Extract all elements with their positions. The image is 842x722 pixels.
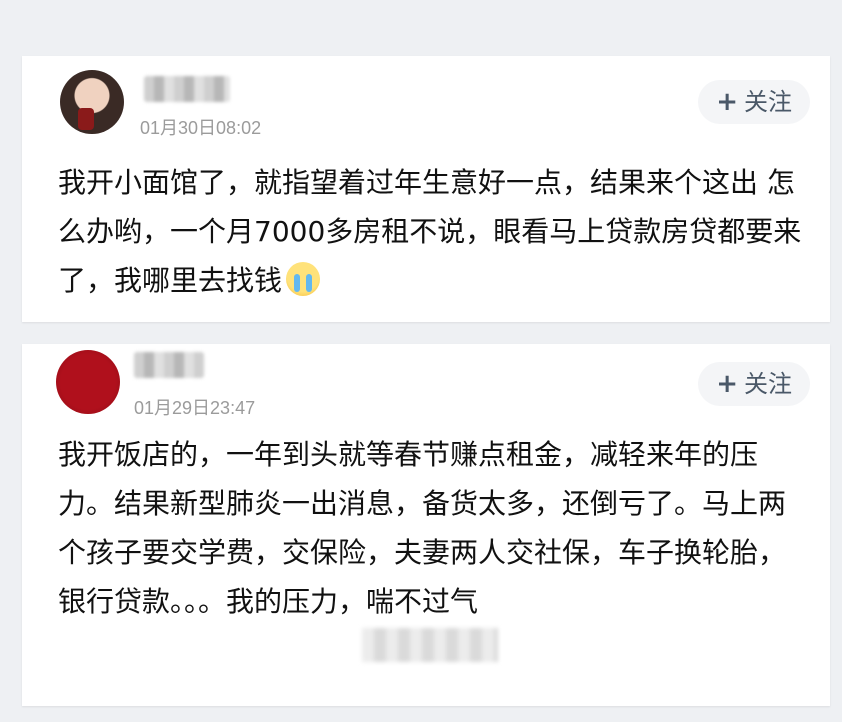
comment-card: 01月30日08:02 + 关注 我开小面馆了，就指望着过年生意好一点，结果来个… <box>22 56 830 322</box>
username-redacted <box>144 76 230 102</box>
follow-button[interactable]: + 关注 <box>698 362 810 406</box>
plus-icon: + <box>716 87 738 117</box>
crying-face-icon <box>286 262 321 296</box>
watermark-redacted <box>362 628 498 662</box>
plus-icon: + <box>716 369 738 399</box>
follow-button[interactable]: + 关注 <box>698 80 810 124</box>
comment-text: 我开饭店的，一年到头就等春节赚点租金，减轻来年的压力。结果新型肺炎一出消息，备货… <box>58 438 787 618</box>
avatar[interactable] <box>60 70 124 134</box>
follow-label: 关注 <box>744 88 792 116</box>
username-redacted <box>134 352 204 378</box>
comment-text: 我开小面馆了，就指望着过年生意好一点，结果来个这出 怎么办哟，一个月7000多房… <box>58 166 802 297</box>
comment-card: 01月29日23:47 + 关注 我开饭店的，一年到头就等春节赚点租金，减轻来年… <box>22 344 830 706</box>
follow-label: 关注 <box>744 370 792 398</box>
comment-timestamp: 01月29日23:47 <box>134 398 256 418</box>
avatar[interactable] <box>56 350 120 414</box>
comment-timestamp: 01月30日08:02 <box>140 118 262 138</box>
